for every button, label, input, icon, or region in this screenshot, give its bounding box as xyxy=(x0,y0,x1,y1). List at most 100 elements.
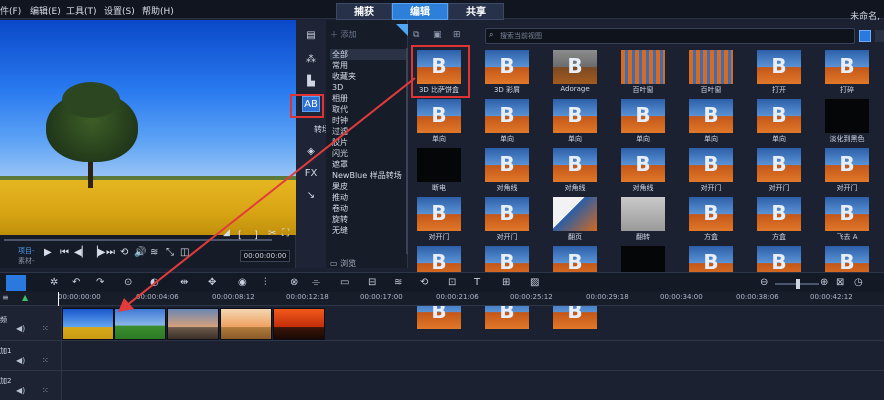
apply-icon[interactable]: ⧉ xyxy=(413,30,419,40)
overlay2-grid-icon[interactable]: ⁙ xyxy=(42,386,49,395)
transition-tile[interactable]: B 对开门 xyxy=(681,146,751,194)
menu-edit[interactable]: 编辑(E) xyxy=(30,4,61,17)
audio-icon[interactable]: ⫶ xyxy=(264,277,267,288)
track-grid-icon[interactable]: ⁙ xyxy=(42,324,49,333)
transition-tile[interactable]: B 3D 彩屑 xyxy=(477,48,547,96)
transition-tile[interactable]: B 单向 xyxy=(409,97,479,145)
text-icon[interactable]: T xyxy=(474,277,480,288)
transition-tile[interactable]: 淡化到黑色 xyxy=(817,97,884,145)
mix-icon[interactable]: ⊗ xyxy=(290,277,298,288)
timeline-ruler[interactable]: ≡ ▲ 00:00:00:00 00:00:04:06 00:00:08:12 00:… xyxy=(0,292,884,306)
transition-tile[interactable]: B 单向 xyxy=(477,97,547,145)
tab-edit[interactable]: 编辑 xyxy=(392,3,448,20)
transition-tile[interactable]: B 单向 xyxy=(545,97,615,145)
clock-icon[interactable]: ◷ xyxy=(854,277,863,288)
transition-tile[interactable]: B 对开门 xyxy=(817,146,884,194)
transition-tile[interactable]: B 单向 xyxy=(681,97,751,145)
category-item[interactable]: 时钟 xyxy=(330,115,406,126)
category-item[interactable]: 推动 xyxy=(330,192,406,203)
search-input[interactable]: ⌕ 搜索当前视图 xyxy=(485,28,855,44)
menu-tools[interactable]: 工具(T) xyxy=(66,4,97,17)
tab-capture[interactable]: 捕获 xyxy=(336,3,392,20)
hd-icon[interactable]: ≋ xyxy=(150,247,158,258)
category-item[interactable]: 取代 xyxy=(330,104,406,115)
category-item[interactable]: 胶片 xyxy=(330,137,406,148)
category-item[interactable]: 遮罩 xyxy=(330,159,406,170)
fx-icon[interactable]: FX xyxy=(302,166,320,182)
multicam-icon[interactable]: ⊟ xyxy=(368,277,376,288)
volume-icon[interactable]: 🔊 xyxy=(134,247,146,258)
category-item[interactable]: 闪光 xyxy=(330,148,406,159)
category-item[interactable]: 收藏夹 xyxy=(330,71,406,82)
playhead[interactable] xyxy=(58,292,59,306)
transition-tile[interactable]: B 打开 xyxy=(749,48,819,96)
media-fx-icon[interactable]: ▙ xyxy=(302,74,320,90)
transition-tile[interactable]: B 对角线 xyxy=(545,146,615,194)
chapter-icon[interactable]: ⌯ xyxy=(312,277,320,288)
zoom-out-icon[interactable]: ⊖ xyxy=(760,277,768,288)
mark-out-bracket[interactable]: ] xyxy=(254,230,258,241)
menu-help[interactable]: 帮助(H) xyxy=(142,4,174,17)
add-all-icon[interactable]: ⊞ xyxy=(453,30,461,40)
mask-icon[interactable]: ≋ xyxy=(394,277,402,288)
transition-tile[interactable]: B Adorage xyxy=(545,48,615,96)
category-item[interactable]: 旋转 xyxy=(330,214,406,225)
video-clip[interactable] xyxy=(62,308,114,340)
redo-icon[interactable]: ↷ xyxy=(96,277,104,288)
prev-frame-icon[interactable]: ◀▏ xyxy=(74,247,89,258)
category-item[interactable]: 无缝 xyxy=(330,225,406,236)
timeline-view-button[interactable] xyxy=(6,275,26,291)
category-item[interactable]: 过滤 xyxy=(330,126,406,137)
tab-share[interactable]: 共享 xyxy=(448,3,504,20)
video-clip[interactable] xyxy=(114,308,166,340)
menu-settings[interactable]: 设置(S) xyxy=(104,4,135,17)
resize-icon[interactable]: ⤡ xyxy=(166,247,174,258)
category-item[interactable]: 3D xyxy=(330,82,406,93)
stabilize-icon[interactable]: ⊞ xyxy=(502,277,510,288)
transition-tile[interactable]: B 对开门 xyxy=(477,195,547,243)
title-icon[interactable]: ◈ xyxy=(302,144,320,160)
transition-tile[interactable]: 翻转 xyxy=(613,195,683,243)
overlay1-audio-icon[interactable]: ◀) xyxy=(16,356,25,365)
category-item[interactable]: 相册 xyxy=(330,93,406,104)
transition-tile[interactable]: B 打碎 xyxy=(817,48,884,96)
split-screen-icon[interactable]: ⊡ xyxy=(448,277,456,288)
track-icon[interactable]: ⟲ xyxy=(420,277,428,288)
add-marker-icon[interactable]: ▲ xyxy=(22,293,28,302)
browse-button[interactable]: ▭ 浏览 xyxy=(330,258,356,269)
transition-tile[interactable]: B 对角线 xyxy=(613,146,683,194)
transition-tile[interactable]: B 飞去 A xyxy=(817,195,884,243)
fit-project-icon[interactable]: ⊠ xyxy=(836,277,844,288)
timecode-display[interactable]: 00:00:00:00 xyxy=(240,250,290,262)
overlay2-audio-icon[interactable]: ◀) xyxy=(16,386,25,395)
category-item[interactable]: 卷动 xyxy=(330,203,406,214)
category-item[interactable]: 常用 xyxy=(330,60,406,71)
speed-icon[interactable]: ◉ xyxy=(238,277,247,288)
track-manager-icon[interactable]: ≡ xyxy=(2,293,9,302)
path-icon[interactable]: ↘ xyxy=(302,188,320,204)
mark-in-bracket[interactable]: [ xyxy=(238,230,242,241)
category-item[interactable]: 果皮 xyxy=(330,181,406,192)
add-category-button[interactable]: ＋ 添加 xyxy=(330,29,357,40)
transition-tile[interactable]: 翻页 xyxy=(545,195,615,243)
subtitle-icon[interactable]: ▭ xyxy=(340,277,349,288)
duration-icon[interactable]: ◫ xyxy=(180,247,189,258)
preview-scrubber[interactable] xyxy=(0,236,296,244)
transition-tile[interactable]: 百叶窗 xyxy=(681,48,751,96)
transition-tile[interactable]: B 对开门 xyxy=(409,195,479,243)
end-icon[interactable]: ⏭ xyxy=(106,247,115,258)
tag-icon[interactable]: ▨ xyxy=(530,277,539,288)
video-clip[interactable] xyxy=(220,308,272,340)
home-icon[interactable]: ⏮ xyxy=(60,247,69,258)
grid-view-button[interactable] xyxy=(859,30,871,42)
mark-in-icon[interactable]: ◢ xyxy=(223,228,230,238)
video-clip[interactable] xyxy=(273,308,325,340)
split-icon[interactable]: ✂ xyxy=(268,228,276,239)
overlay1-grid-icon[interactable]: ⁙ xyxy=(42,356,49,365)
list-view-button[interactable] xyxy=(875,30,884,42)
zoom-in-icon[interactable]: ⊕ xyxy=(820,277,828,288)
menu-file[interactable]: 件(F) xyxy=(0,4,21,17)
repeat-icon[interactable]: ⟲ xyxy=(120,247,128,258)
transition-tile[interactable]: B 对开门 xyxy=(749,146,819,194)
scrubber-track[interactable] xyxy=(4,239,272,241)
